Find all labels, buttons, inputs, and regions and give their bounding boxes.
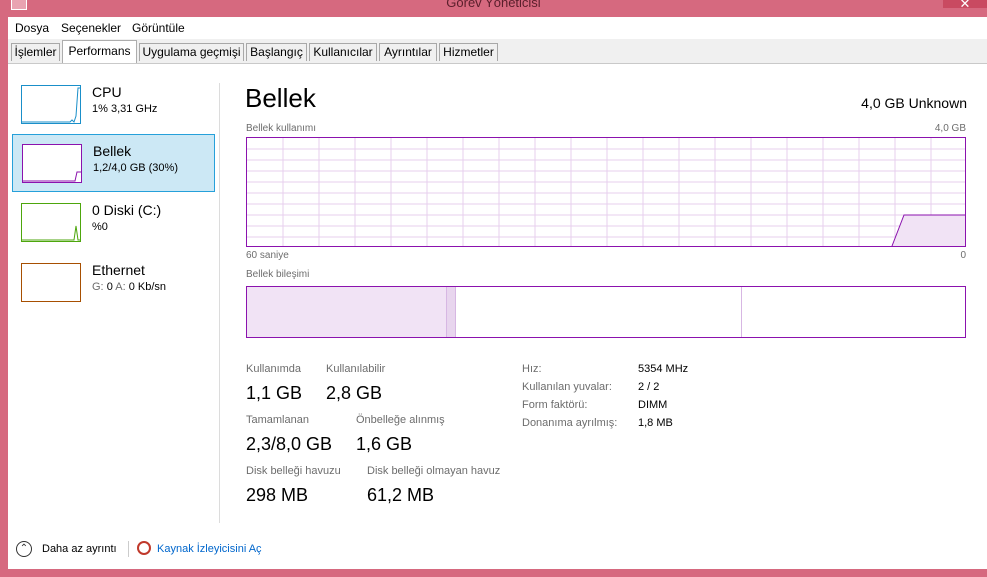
usage-label: Bellek kullanımı xyxy=(246,123,317,134)
window-title: Görev Yöneticisi xyxy=(446,0,541,10)
paged-pool-value: 298 MB xyxy=(246,485,309,505)
memory-composition-bar xyxy=(246,286,966,338)
in-use-label: Kullanımda xyxy=(246,363,302,375)
available-value: 2,8 GB xyxy=(326,383,383,403)
slots-label: Kullanılan yuvalar: xyxy=(522,381,612,393)
form-factor-value: DIMM xyxy=(638,399,668,411)
hardware-reserved-label: Donanıma ayrılmış: xyxy=(522,417,618,429)
receive-value: 0 Kb/sn xyxy=(128,281,167,293)
memory-usage-graph xyxy=(246,137,966,247)
usage-max: 4,0 GB xyxy=(934,123,966,134)
tab-startup[interactable]: Başlangıç xyxy=(246,43,307,61)
menu-view[interactable]: Görüntüle xyxy=(132,21,185,35)
sidebar-item-label: Bellek xyxy=(93,143,132,159)
tab-app-history[interactable]: Uygulama geçmişi xyxy=(139,43,244,61)
ethernet-thumbnail-graph xyxy=(21,263,81,302)
menu-options[interactable]: Seçenekler xyxy=(61,21,121,35)
composition-in-use xyxy=(247,287,446,337)
committed-value: 2,3/8,0 GB xyxy=(246,434,333,454)
cpu-thumbnail-graph xyxy=(21,85,81,124)
resource-monitor-icon[interactable] xyxy=(137,541,151,555)
speed-label: Hız: xyxy=(522,363,542,375)
open-resource-monitor-link[interactable]: Kaynak İzleyicisini Aç xyxy=(157,543,262,555)
tab-services[interactable]: Hizmetler xyxy=(439,43,498,61)
menu-file[interactable]: Dosya xyxy=(15,21,49,35)
sidebar-item-sub: %0 xyxy=(92,221,108,233)
available-label: Kullanılabilir xyxy=(326,363,386,375)
memory-thumbnail-graph xyxy=(22,144,82,183)
chevron-up-icon[interactable]: ⌃ xyxy=(16,541,32,557)
nonpaged-pool-label: Disk belleği olmayan havuz xyxy=(367,465,501,477)
tab-bar: İşlemler Performans Uygulama geçmişi Baş… xyxy=(8,39,987,64)
fewer-details-link[interactable]: Daha az ayrıntı xyxy=(42,543,117,555)
sidebar-item-disk[interactable]: 0 Diski (C:) %0 xyxy=(12,194,215,252)
memory-total: 4,0 GB Unknown xyxy=(861,95,967,111)
hardware-reserved-value: 1,8 MB xyxy=(638,417,673,429)
cached-label: Önbelleğe alınmış xyxy=(356,414,445,426)
nonpaged-pool-value: 61,2 MB xyxy=(367,485,435,505)
sidebar-item-ethernet[interactable]: Ethernet G: 0 A: 0 Kb/sn xyxy=(12,254,215,312)
paged-pool-label: Disk belleği havuzu xyxy=(246,465,341,477)
tab-performance[interactable]: Performans xyxy=(62,40,137,63)
sidebar-divider xyxy=(219,83,220,523)
sidebar-item-label: CPU xyxy=(92,84,122,100)
tab-details[interactable]: Ayrıntılar xyxy=(379,43,437,61)
disk-thumbnail-graph xyxy=(21,203,81,242)
sidebar-item-sub: 1,2/4,0 GB (30%) xyxy=(93,162,178,174)
page-title: Bellek xyxy=(245,83,316,113)
sidebar-item-sub: G: 0 A: 0 Kb/sn xyxy=(92,281,166,293)
speed-value: 5354 MHz xyxy=(638,363,689,375)
usage-area xyxy=(892,215,965,246)
slots-value: 2 / 2 xyxy=(638,381,660,393)
title-bar: Görev Yöneticisi ✕ xyxy=(0,0,987,17)
sidebar-item-cpu[interactable]: CPU 1% 3,31 GHz xyxy=(12,76,215,134)
close-button[interactable]: ✕ xyxy=(943,0,987,11)
send-value: 0 xyxy=(106,281,113,293)
footer-separator xyxy=(128,541,129,557)
cached-value: 1,6 GB xyxy=(356,434,413,454)
receive-label: A: xyxy=(115,281,126,293)
composition-modified xyxy=(446,287,456,337)
tab-processes[interactable]: İşlemler xyxy=(11,43,60,61)
sidebar-item-label: Ethernet xyxy=(92,262,145,278)
composition-label: Bellek bileşimi xyxy=(246,269,310,280)
sidebar-item-memory[interactable]: Bellek 1,2/4,0 GB (30%) xyxy=(12,134,215,192)
menu-bar: Dosya Seçenekler Görüntüle xyxy=(8,17,987,39)
committed-label: Tamamlanan xyxy=(246,414,309,426)
tab-users[interactable]: Kullanıcılar xyxy=(309,43,377,61)
in-use-value: 1,1 GB xyxy=(246,383,303,403)
form-factor-label: Form faktörü: xyxy=(522,399,588,411)
time-zero-label: 0 xyxy=(960,250,966,261)
sidebar-item-label: 0 Diski (C:) xyxy=(92,202,162,218)
sidebar-item-sub: 1% 3,31 GHz xyxy=(92,103,158,115)
time-span-label: 60 saniye xyxy=(246,250,289,261)
composition-divider xyxy=(741,287,742,337)
window-client: Dosya Seçenekler Görüntüle İşlemler Perf… xyxy=(8,17,987,569)
send-label: G: xyxy=(92,281,104,293)
usage-grid xyxy=(247,138,965,247)
